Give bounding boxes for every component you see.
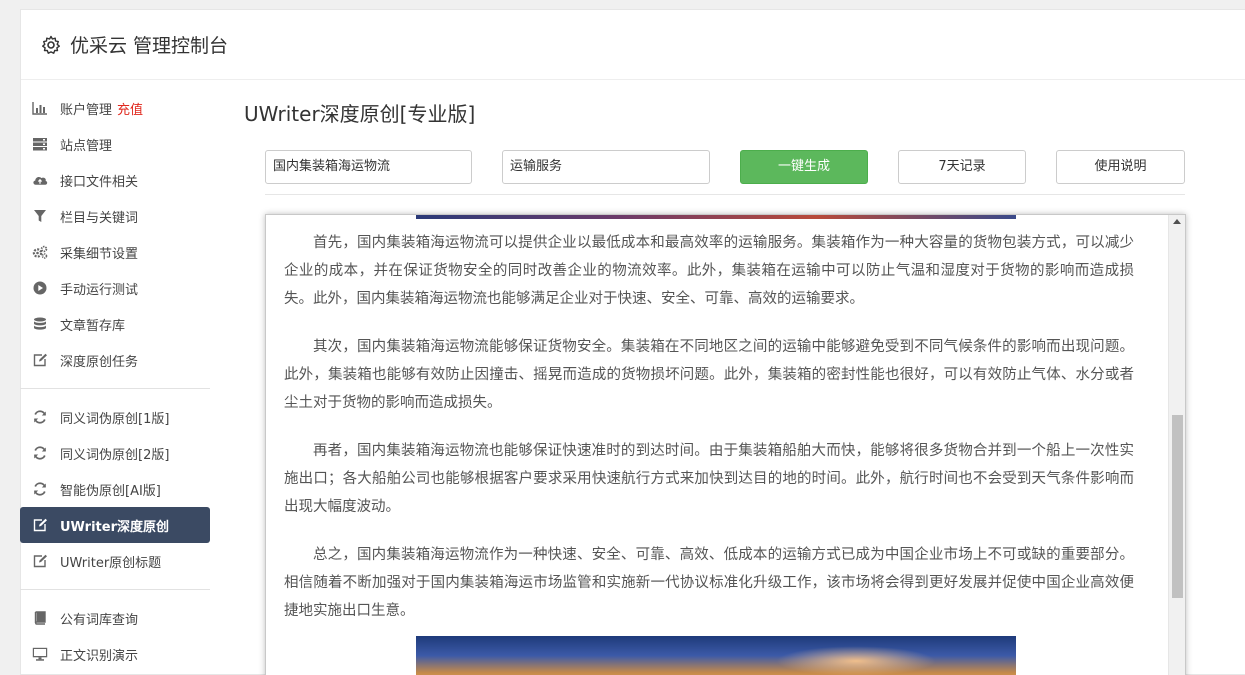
sidebar-item-text-recognition[interactable]: 正文识别演示 [20, 636, 210, 672]
recharge-link[interactable]: 充值 [117, 99, 143, 118]
secondary-keyword-input[interactable]: 运输服务 [502, 150, 710, 184]
article-paragraph: 首先，国内集装箱海运物流可以提供企业以最低成本和最高效率的运输服务。集装箱作为一… [284, 235, 1134, 307]
sidebar-item-label: 正文识别演示 [60, 648, 139, 664]
sidebar-item-label: 智能伪原创[AI版] [60, 483, 161, 499]
sidebar-item-synonym-v2[interactable]: 同义词伪原创[2版] [20, 435, 210, 471]
vertical-scrollbar[interactable] [1168, 215, 1185, 675]
sidebar-item-collect-settings[interactable]: 采集细节设置 [20, 234, 210, 270]
sidebar-item-uwriter-deep-original[interactable]: UWriter深度原创 [20, 507, 210, 543]
refresh-icon [32, 445, 48, 461]
sidebar-item-label: 文章暂存库 [60, 318, 126, 334]
sidebar-item-article-storage[interactable]: 文章暂存库 [20, 306, 210, 342]
sidebar-item-interface-files[interactable]: 接口文件相关 [20, 162, 210, 198]
article-paragraph: 再者，国内集装箱海运物流也能够保证快速准时的到达时间。由于集装箱船舶大而快，能够… [284, 443, 1134, 515]
sidebar-item-deep-original-tasks[interactable]: 深度原创任务 [20, 342, 210, 378]
book-icon [32, 610, 48, 626]
sidebar-item-sites[interactable]: 站点管理 [20, 126, 210, 162]
sidebar-item-label: UWriter原创标题 [60, 555, 162, 571]
scroll-up-icon[interactable] [1173, 219, 1181, 224]
sidebar-item-label: 账户管理 [60, 102, 113, 118]
article-paragraph: 其次，国内集装箱海运物流能够保证货物安全。集装箱在不同地区之间的运输中能够避免受… [284, 339, 1134, 411]
page-header: 优采云 管理控制台 [21, 10, 1245, 80]
toolbar-divider [265, 194, 1185, 195]
keyword-input[interactable]: 国内集装箱海运物流 [265, 150, 472, 184]
gears-icon [32, 244, 48, 260]
console-title: 优采云 管理控制台 [70, 35, 229, 57]
desktop-icon [32, 646, 48, 662]
sidebar-item-label: 采集细节设置 [60, 246, 139, 262]
cloud-upload-icon [32, 172, 48, 188]
main-panel: UWriter深度原创[专业版] 国内集装箱海运物流 运输服务 一键生成 7天记… [244, 90, 1185, 195]
refresh-icon [32, 481, 48, 497]
generate-button[interactable]: 一键生成 [740, 150, 868, 184]
server-icon [32, 136, 48, 152]
sidebar-item-columns-keywords[interactable]: 栏目与关键词 [20, 198, 210, 234]
sidebar-item-label: 站点管理 [60, 138, 113, 154]
sidebar-item-label: 接口文件相关 [60, 174, 139, 190]
article-image-bottom [416, 636, 1016, 675]
sidebar-item-uwriter-titles[interactable]: UWriter原创标题 [20, 543, 210, 579]
sidebar-divider [20, 589, 210, 590]
sidebar-item-label: 同义词伪原创[2版] [60, 447, 170, 463]
sidebar-item-public-lexicon[interactable]: 公有词库查询 [20, 600, 210, 636]
edit-icon [32, 352, 48, 368]
bar-chart-icon [32, 100, 48, 116]
sidebar-item-ai-rewrite[interactable]: 智能伪原创[AI版] [20, 471, 210, 507]
gear-icon [41, 35, 61, 55]
article-editor[interactable]: 首先，国内集装箱海运物流可以提供企业以最低成本和最高效率的运输服务。集装箱作为一… [265, 214, 1186, 675]
sidebar-item-account[interactable]: 账户管理 充值 [20, 90, 210, 126]
sidebar-item-label: 手动运行测试 [60, 282, 139, 298]
sidebar-divider [20, 388, 210, 389]
refresh-icon [32, 409, 48, 425]
sidebar-item-label: 栏目与关键词 [60, 210, 139, 226]
article-content: 首先，国内集装箱海运物流可以提供企业以最低成本和最高效率的运输服务。集装箱作为一… [284, 229, 1134, 645]
edit-icon [32, 553, 48, 569]
database-icon [32, 316, 48, 332]
play-circle-icon [32, 280, 48, 296]
filter-icon [32, 208, 48, 224]
sidebar-item-label: UWriter深度原创 [60, 519, 169, 535]
scrollbar-thumb[interactable] [1172, 415, 1183, 598]
help-button[interactable]: 使用说明 [1056, 150, 1185, 184]
article-paragraph: 总之，国内集装箱海运物流作为一种快速、安全、可靠、高效、低成本的运输方式已成为中… [284, 547, 1134, 619]
edit-icon [32, 517, 48, 533]
sidebar-item-label: 公有词库查询 [60, 612, 139, 628]
sidebar-item-synonym-v1[interactable]: 同义词伪原创[1版] [20, 399, 210, 435]
sidebar-item-label: 深度原创任务 [60, 354, 139, 370]
sidebar-item-label: 同义词伪原创[1版] [60, 411, 170, 427]
sidebar-item-manual-test[interactable]: 手动运行测试 [20, 270, 210, 306]
toolbar: 国内集装箱海运物流 运输服务 一键生成 7天记录 使用说明 [244, 150, 1185, 185]
page-title: UWriter深度原创[专业版] [244, 102, 476, 126]
sidebar: 账户管理 充值 站点管理 接口文件相关 栏目与关键词 采集细节设置 手动运行测试… [20, 90, 210, 672]
article-image-top [416, 215, 1016, 219]
history-button[interactable]: 7天记录 [898, 150, 1026, 184]
